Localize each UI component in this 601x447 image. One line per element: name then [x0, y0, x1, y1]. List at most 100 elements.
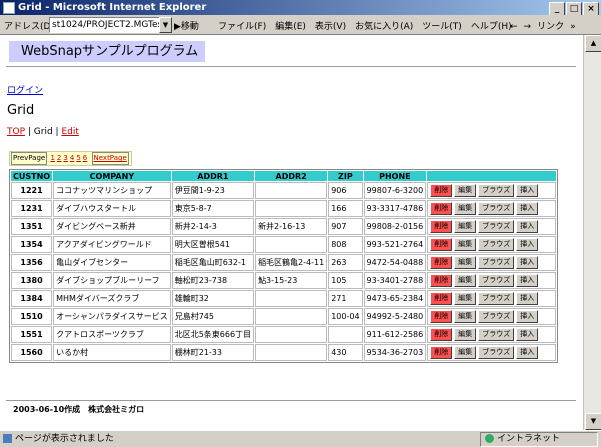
delete-button[interactable]: 削除 [430, 256, 453, 269]
edit-button[interactable]: 編集 [454, 220, 477, 233]
page-content: WebSnapサンプルプログラム ログイン Grid TOP | Grid | … [0, 35, 583, 430]
go-button[interactable]: ▶移動 [174, 19, 199, 32]
delete-button[interactable]: 削除 [430, 274, 453, 287]
cell-zip: 105 [328, 272, 363, 289]
cell-custno: 1231 [11, 200, 53, 217]
edit-button[interactable]: 編集 [454, 346, 477, 359]
cell-addr2 [255, 326, 328, 343]
menu-help[interactable]: ヘルプ(H) [471, 22, 512, 32]
page-link-6[interactable]: 6 [83, 152, 87, 165]
login-link[interactable]: ログイン [7, 83, 43, 96]
delete-button[interactable]: 削除 [430, 238, 453, 251]
menu-edit[interactable]: 編集(E) [275, 22, 306, 32]
delete-button[interactable]: 削除 [430, 292, 453, 305]
cell-phone: 911-612-2586 [363, 326, 427, 343]
cell-company: 亀山ダイブセンター [53, 254, 171, 271]
edit-button[interactable]: 編集 [454, 274, 477, 287]
browse-button[interactable]: ブラウズ [478, 220, 515, 233]
insert-button[interactable]: 挿入 [516, 292, 539, 305]
delete-button[interactable]: 削除 [430, 184, 453, 197]
cell-addr1: 棚林町21-33 [171, 344, 255, 361]
cell-zip: 907 [328, 218, 363, 235]
cell-zip: 906 [328, 182, 363, 199]
close-button[interactable]: × [583, 2, 599, 16]
insert-button[interactable]: 挿入 [516, 346, 539, 359]
cell-custno: 1380 [11, 272, 53, 289]
cell-phone: 99807-6-3200 [363, 182, 427, 199]
browse-button[interactable]: ブラウズ [478, 184, 515, 197]
cell-custno: 1510 [11, 308, 53, 325]
cell-zip: 100-04 [328, 308, 363, 325]
delete-button[interactable]: 削除 [430, 328, 453, 341]
browse-button[interactable]: ブラウズ [478, 292, 515, 305]
insert-button[interactable]: 挿入 [516, 310, 539, 323]
cell-actions: 削除 編集 ブラウズ 挿入 [427, 344, 557, 361]
menu-tools[interactable]: ツール(T) [422, 22, 462, 32]
browse-button[interactable]: ブラウズ [478, 274, 515, 287]
cell-company: アクアダイビングワールド [53, 236, 171, 253]
cell-company: MHMダイバーズクラブ [53, 290, 171, 307]
delete-button[interactable]: 削除 [430, 346, 453, 359]
links-label[interactable]: リンク [537, 22, 564, 32]
table-row: 1351 ダイビングベース新井 新井2-14-3 新井2-16-13 907 99808-… [11, 218, 557, 235]
edit-button[interactable]: 編集 [454, 256, 477, 269]
edit-button[interactable]: 編集 [454, 184, 477, 197]
go-label: 移動 [180, 22, 199, 32]
nav-top-link[interactable]: TOP [7, 127, 25, 137]
page-link-2[interactable]: 2 [57, 152, 61, 165]
address-dropdown-button[interactable]: ▼ [159, 17, 172, 33]
cell-phone: 94992-5-2480 [363, 308, 427, 325]
insert-button[interactable]: 挿入 [516, 202, 539, 215]
chevron-right-icon[interactable]: » [570, 22, 576, 32]
browse-button[interactable]: ブラウズ [478, 310, 515, 323]
insert-button[interactable]: 挿入 [516, 238, 539, 251]
cell-addr1: 東京5-8-7 [171, 200, 255, 217]
cell-addr1: 伊豆間1-9-23 [171, 182, 255, 199]
divider-top [6, 66, 576, 67]
browse-button[interactable]: ブラウズ [478, 202, 515, 215]
menu-view[interactable]: 表示(V) [315, 22, 346, 32]
page-link-1[interactable]: 1 [50, 152, 54, 165]
minimize-button[interactable]: _ [549, 2, 565, 16]
address-input[interactable]: st1024/PROJECT2.MGTest/Grid [49, 17, 161, 33]
nav-edit-link[interactable]: Edit [61, 127, 78, 137]
edit-button[interactable]: 編集 [454, 292, 477, 305]
footer-text: 2003-06-10作成 株式会社ミガロ [13, 405, 145, 414]
cell-addr2 [255, 200, 328, 217]
nav-tools: ← → リンク » [510, 19, 582, 32]
delete-button[interactable]: 削除 [430, 220, 453, 233]
menu-bar: ファイル(F) 編集(E) 表示(V) お気に入り(A) ツール(T) ヘルプ(H) [218, 19, 521, 32]
browse-button[interactable]: ブラウズ [478, 328, 515, 341]
prev-page-button[interactable]: PrevPage [11, 152, 48, 165]
maximize-button[interactable]: □ [566, 2, 582, 16]
edit-button[interactable]: 編集 [454, 202, 477, 215]
scroll-up-button[interactable]: ▲ [585, 35, 601, 52]
insert-button[interactable]: 挿入 [516, 274, 539, 287]
insert-button[interactable]: 挿入 [516, 184, 539, 197]
insert-button[interactable]: 挿入 [516, 256, 539, 269]
vertical-scrollbar[interactable]: ▲ ▼ [583, 35, 601, 430]
page-link-4[interactable]: 4 [70, 152, 74, 165]
cell-phone: 993-521-2764 [363, 236, 427, 253]
browse-button[interactable]: ブラウズ [478, 238, 515, 251]
page-link-3[interactable]: 3 [63, 152, 67, 165]
edit-button[interactable]: 編集 [454, 328, 477, 341]
delete-button[interactable]: 削除 [430, 202, 453, 215]
insert-button[interactable]: 挿入 [516, 328, 539, 341]
scroll-down-button[interactable]: ▼ [585, 413, 601, 430]
menu-file[interactable]: ファイル(F) [218, 22, 266, 32]
insert-button[interactable]: 挿入 [516, 220, 539, 233]
next-page-button[interactable]: NextPage [91, 152, 129, 165]
browse-button[interactable]: ブラウズ [478, 346, 515, 359]
edit-button[interactable]: 編集 [454, 310, 477, 323]
column-header: ADDR1 [171, 171, 255, 181]
delete-button[interactable]: 削除 [430, 310, 453, 323]
back-button[interactable]: ← [510, 22, 518, 32]
window-title: Grid - Microsoft Internet Explorer [18, 2, 207, 13]
browse-button[interactable]: ブラウズ [478, 256, 515, 269]
menu-favorites[interactable]: お気に入り(A) [355, 22, 413, 32]
edit-button[interactable]: 編集 [454, 238, 477, 251]
forward-button[interactable]: → [524, 22, 532, 32]
cell-company: ダイブハウスタートル [53, 200, 171, 217]
page-link-5[interactable]: 5 [76, 152, 80, 165]
